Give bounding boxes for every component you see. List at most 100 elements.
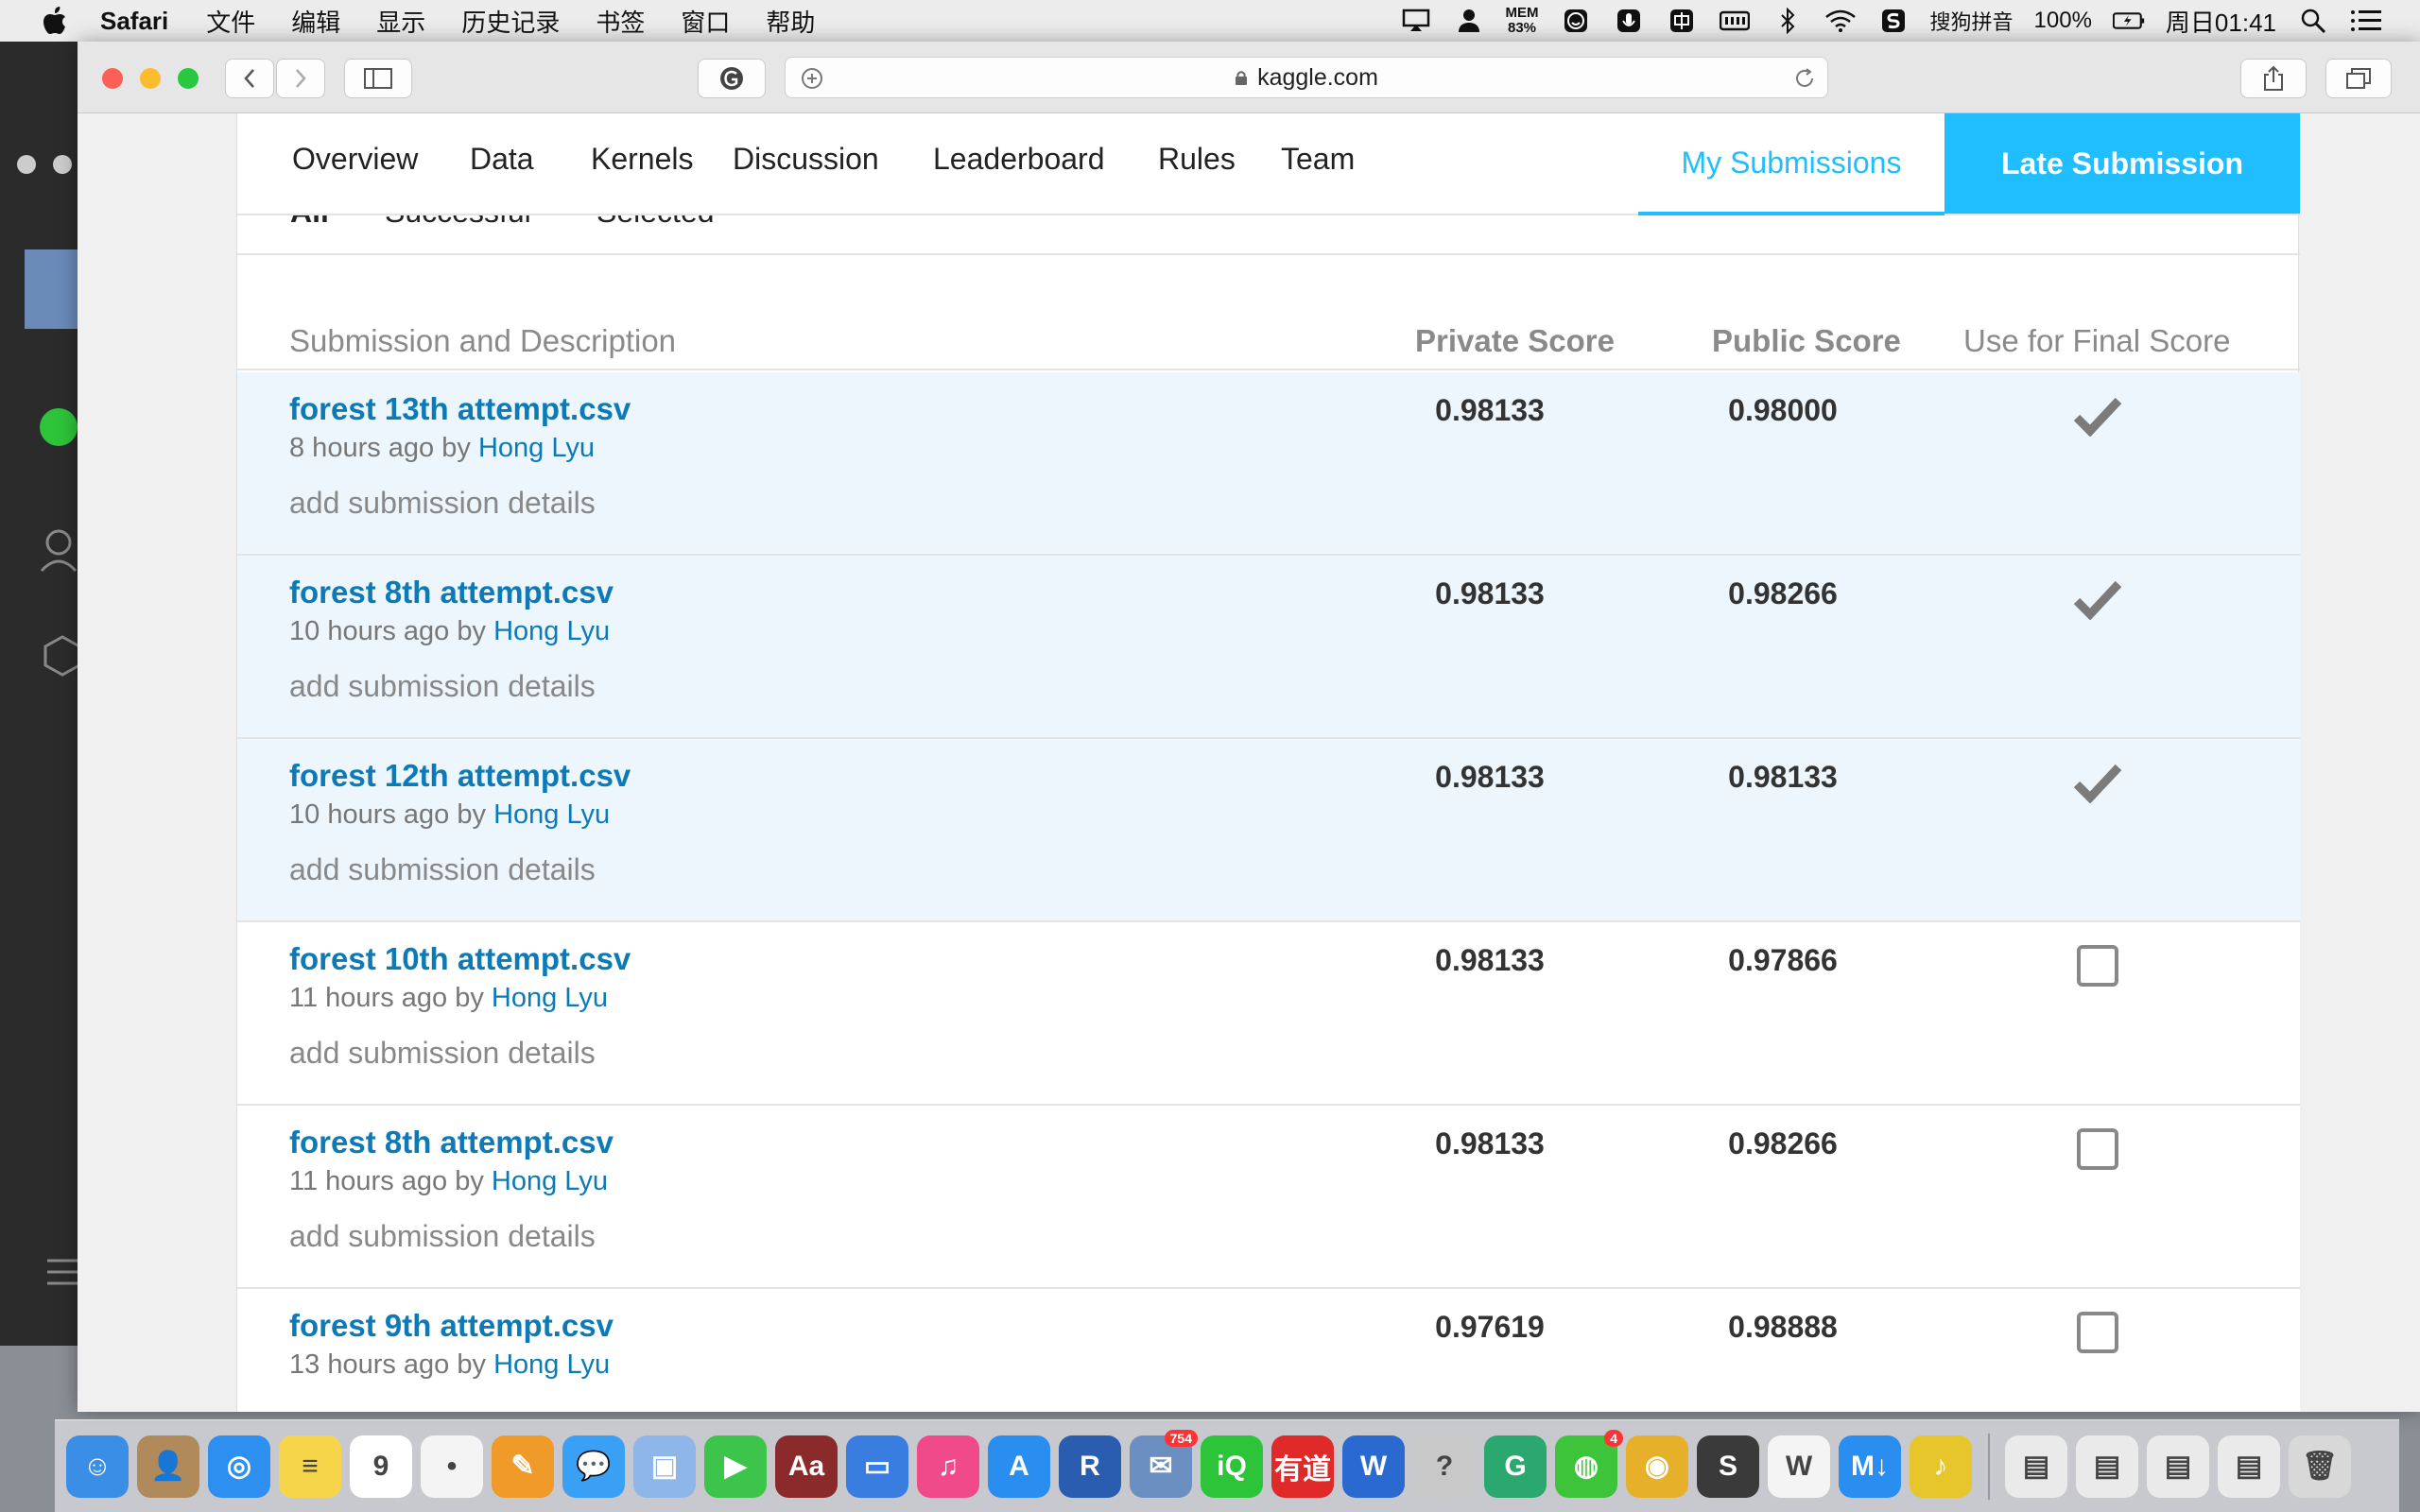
final-score-toggle[interactable] — [2071, 389, 2124, 442]
submission-file-link[interactable]: forest 8th attempt.csv — [289, 575, 614, 610]
menu-edit[interactable]: 编辑 — [291, 4, 340, 39]
microphone-icon[interactable] — [1613, 7, 1645, 35]
dock-document-3-icon[interactable]: ▤ — [2147, 1435, 2209, 1498]
tab-leaderboard[interactable]: Leaderboard — [933, 142, 1104, 177]
tab-overview[interactable]: Overview — [292, 142, 418, 177]
dock-document-1-icon[interactable]: ▤ — [2005, 1435, 2067, 1498]
header-private-score[interactable]: Private Score — [1415, 323, 1615, 359]
author-link[interactable]: Hong Lyu — [493, 616, 610, 646]
add-details-link[interactable]: add submission details — [289, 1219, 596, 1254]
dock-help-icon[interactable]: ? — [1413, 1435, 1476, 1498]
late-submission-button[interactable]: Late Submission — [1945, 113, 2300, 214]
menu-history[interactable]: 历史记录 — [461, 4, 560, 39]
tab-kernels[interactable]: Kernels — [591, 142, 694, 177]
dock-chrome-icon[interactable]: ◉ — [1626, 1435, 1688, 1498]
clock[interactable]: 周日01:41 — [2166, 4, 2276, 39]
dock-calendar-icon[interactable]: 9 — [350, 1435, 412, 1498]
dock-app-store-icon[interactable]: A — [988, 1435, 1050, 1498]
keyboard-icon[interactable] — [1719, 7, 1751, 35]
address-bar[interactable]: kaggle.com — [785, 57, 1828, 98]
dock-word-icon[interactable]: W — [1342, 1435, 1405, 1498]
tab-my-submissions[interactable]: My Submissions — [1638, 113, 1945, 215]
grammarly-extension-button[interactable] — [698, 59, 766, 98]
wifi-icon[interactable] — [1824, 7, 1857, 35]
dock-reminders-icon[interactable]: • — [421, 1435, 483, 1498]
add-bookmark-icon[interactable] — [801, 67, 823, 90]
dock-preview-icon[interactable]: ▣ — [633, 1435, 696, 1498]
sidebar-toggle-button[interactable] — [344, 59, 412, 98]
author-link[interactable]: Hong Lyu — [492, 1166, 608, 1196]
dock-music-icon[interactable]: ♪ — [1910, 1435, 1972, 1498]
add-details-link[interactable]: add submission details — [289, 669, 596, 704]
close-window-button[interactable] — [102, 68, 123, 89]
share-button[interactable] — [2240, 59, 2307, 98]
battery-icon[interactable] — [2112, 7, 2145, 35]
add-details-link[interactable]: add submission details — [289, 1036, 596, 1071]
filter-successful[interactable]: Successful — [385, 215, 531, 230]
airplay-icon[interactable] — [1400, 7, 1432, 35]
filter-selected[interactable]: Selected — [596, 215, 715, 230]
menu-window[interactable]: 窗口 — [681, 4, 730, 39]
forward-button[interactable] — [276, 59, 325, 98]
final-score-toggle[interactable] — [2071, 573, 2124, 626]
submission-file-link[interactable]: forest 13th attempt.csv — [289, 391, 631, 427]
app-menu-safari[interactable]: Safari — [100, 7, 168, 36]
add-details-link[interactable]: add submission details — [289, 486, 596, 521]
author-link[interactable]: Hong Lyu — [492, 983, 608, 1013]
tab-team[interactable]: Team — [1281, 142, 1355, 177]
dock-markdown-icon[interactable]: M↓ — [1839, 1435, 1901, 1498]
dock-document-4-icon[interactable]: ▤ — [2218, 1435, 2280, 1498]
bluetooth-icon[interactable] — [1772, 7, 1804, 35]
dock-pages-icon[interactable]: ✎ — [492, 1435, 554, 1498]
user-lock-icon[interactable] — [1453, 7, 1485, 35]
spotlight-search-icon[interactable] — [2297, 7, 2329, 35]
input-method-label[interactable]: 搜狗拼音 — [1930, 6, 2014, 36]
menu-view[interactable]: 显示 — [376, 4, 425, 39]
dock-youdao-icon[interactable]: 有道 — [1271, 1435, 1334, 1498]
author-link[interactable]: Hong Lyu — [493, 1349, 610, 1380]
dock-document-2-icon[interactable]: ▤ — [2076, 1435, 2138, 1498]
notification-center-icon[interactable] — [2350, 7, 2382, 35]
apple-icon[interactable] — [38, 4, 72, 38]
dock-wunderlist-icon[interactable]: W — [1768, 1435, 1830, 1498]
emoji-icon[interactable] — [1560, 7, 1592, 35]
dock-r-icon[interactable]: R — [1059, 1435, 1121, 1498]
final-score-checkbox[interactable] — [2071, 939, 2124, 992]
dock-sublime-icon[interactable]: S — [1697, 1435, 1759, 1498]
author-link[interactable]: Hong Lyu — [478, 433, 595, 463]
dock-facetime-icon[interactable]: ▶ — [704, 1435, 767, 1498]
header-public-score[interactable]: Public Score — [1712, 323, 1901, 359]
submission-file-link[interactable]: forest 10th attempt.csv — [289, 941, 631, 977]
submission-file-link[interactable]: forest 12th attempt.csv — [289, 758, 631, 794]
dock-finder-icon[interactable]: ☺ — [66, 1435, 129, 1498]
battery-percent[interactable]: 100% — [2034, 8, 2092, 34]
minimize-window-button[interactable] — [140, 68, 161, 89]
dock-wechat-icon[interactable]: ◍ 4 — [1555, 1429, 1623, 1498]
author-link[interactable]: Hong Lyu — [493, 799, 610, 830]
dock-trash-icon[interactable]: 🗑 — [2289, 1435, 2351, 1498]
dock-dictionary-icon[interactable]: Aa — [775, 1435, 838, 1498]
back-button[interactable] — [225, 59, 274, 98]
zoom-window-button[interactable] — [178, 68, 199, 89]
filter-all[interactable]: All — [290, 215, 329, 230]
tabs-overview-button[interactable] — [2325, 59, 2392, 98]
add-details-link[interactable]: add submission details — [289, 852, 596, 887]
submission-file-link[interactable]: forest 9th attempt.csv — [289, 1308, 614, 1344]
dock-itunes-icon[interactable]: ♫ — [917, 1435, 979, 1498]
sogou-icon[interactable] — [1877, 7, 1910, 35]
final-score-checkbox[interactable] — [2071, 1123, 2124, 1176]
tab-data[interactable]: Data — [470, 142, 534, 177]
tab-rules[interactable]: Rules — [1158, 142, 1236, 177]
dock-grammarly-icon[interactable]: G — [1484, 1435, 1547, 1498]
dock-notes-icon[interactable]: ≡ — [279, 1435, 341, 1498]
menu-help[interactable]: 帮助 — [766, 4, 815, 39]
final-score-checkbox[interactable] — [2071, 1306, 2124, 1359]
dock-contacts-icon[interactable]: 👤 — [137, 1435, 199, 1498]
dock-messages-icon[interactable]: 💬 — [562, 1435, 625, 1498]
dock-iqiyi-icon[interactable]: iQ — [1201, 1435, 1263, 1498]
final-score-toggle[interactable] — [2071, 756, 2124, 809]
dock-keynote-icon[interactable]: ▭ — [846, 1435, 908, 1498]
chinese-input-icon[interactable] — [1666, 7, 1698, 35]
submission-file-link[interactable]: forest 8th attempt.csv — [289, 1125, 614, 1160]
dock-mail-icon[interactable]: ✉ 754 — [1130, 1429, 1198, 1498]
